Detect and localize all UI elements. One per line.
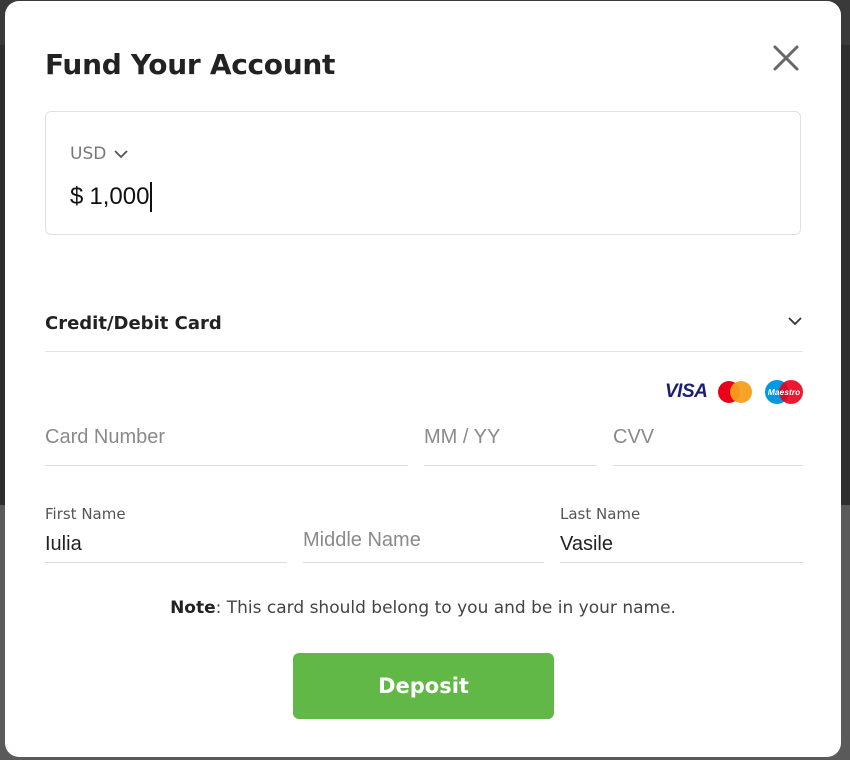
card-logos: VISA Maestro (665, 379, 805, 405)
last-name-input[interactable] (560, 533, 803, 556)
payment-method-select[interactable]: Credit/Debit Card (45, 301, 803, 352)
close-button[interactable] (769, 41, 803, 75)
maestro-logo: Maestro (765, 380, 804, 404)
card-number-field[interactable] (45, 426, 408, 466)
card-number-input[interactable] (45, 426, 408, 449)
last-name-field[interactable]: Last Name (560, 505, 803, 563)
maestro-text: Maestro (768, 387, 801, 397)
expiry-input[interactable] (424, 426, 597, 449)
payment-method-label: Credit/Debit Card (45, 313, 222, 334)
cvv-input[interactable] (613, 426, 803, 449)
middle-name-field[interactable] (303, 505, 544, 563)
note-text: : This card should belong to you and be … (215, 598, 676, 618)
amount-box: USD $ 1,000 (45, 111, 801, 235)
first-name-label: First Name (45, 505, 126, 523)
cvv-field[interactable] (613, 426, 803, 466)
text-caret (150, 182, 152, 212)
close-icon (773, 45, 799, 71)
amount-input[interactable]: $ 1,000 (70, 182, 152, 212)
mastercard-logo (718, 381, 753, 403)
first-name-field[interactable]: First Name (45, 505, 287, 563)
currency-label: USD (70, 144, 107, 164)
note-label: Note (170, 598, 216, 618)
chevron-down-icon (114, 150, 128, 159)
visa-logo: VISA (665, 381, 708, 402)
expiry-field[interactable] (424, 426, 597, 466)
amount-value: 1,000 (89, 183, 150, 210)
middle-name-input[interactable] (303, 529, 544, 552)
last-name-label: Last Name (560, 505, 641, 523)
modal-title: Fund Your Account (45, 48, 336, 81)
currency-symbol: $ (70, 183, 84, 210)
deposit-button[interactable]: Deposit (293, 653, 554, 719)
currency-select[interactable]: USD (70, 144, 128, 164)
ownership-note: Note: This card should belong to you and… (5, 598, 841, 618)
fund-account-modal: Fund Your Account USD $ 1,000 Credit/Deb… (5, 1, 841, 757)
first-name-input[interactable] (45, 533, 287, 556)
chevron-down-icon (788, 317, 802, 326)
